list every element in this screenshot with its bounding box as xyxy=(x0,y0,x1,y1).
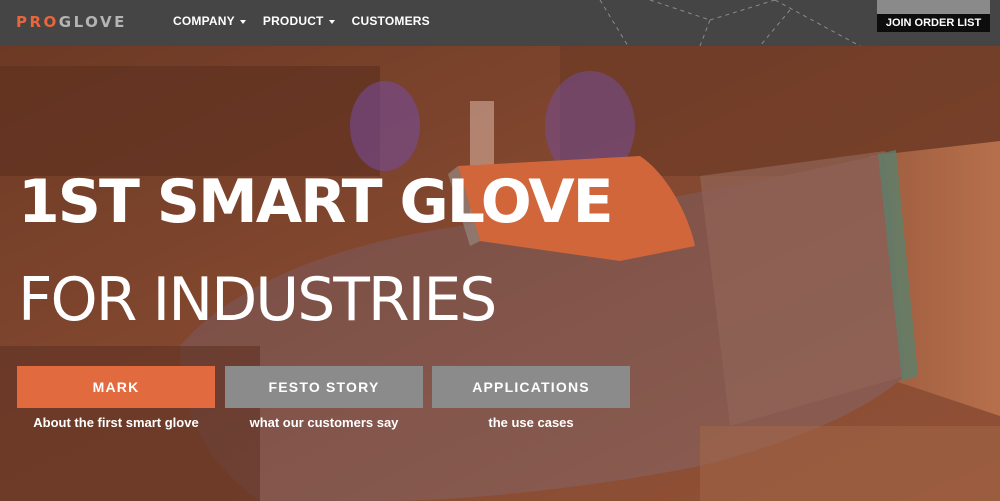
festo-story-button[interactable]: FESTO STORY xyxy=(225,366,423,408)
logo-glove-text: GLOVE xyxy=(58,13,127,31)
mark-button[interactable]: MARK xyxy=(17,366,215,408)
festo-story-caption: what our customers say xyxy=(249,415,399,430)
nav-item-product[interactable]: PRODUCT xyxy=(263,13,335,30)
join-order-list-container: JOIN ORDER LIST xyxy=(877,0,990,32)
nav-item-customers-label: CUSTOMERS xyxy=(351,14,430,28)
nav-item-company-label: COMPANY xyxy=(173,14,235,28)
nav-item-customers[interactable]: CUSTOMERS xyxy=(352,13,430,30)
hero-title-line-2: FOR INDUSTRIES xyxy=(18,265,497,335)
top-navbar: PROGLOVE COMPANY PRODUCT CUSTOMERS JOIN … xyxy=(0,0,1000,46)
decorative-network-lines xyxy=(599,0,861,46)
hero-section: 1ST SMART GLOVE FOR INDUSTRIES MARK FEST… xyxy=(0,46,1000,501)
nav-item-product-label: PRODUCT xyxy=(262,14,324,28)
applications-caption: the use cases xyxy=(488,415,574,430)
chevron-down-icon xyxy=(239,19,246,24)
join-order-list-button[interactable]: JOIN ORDER LIST xyxy=(877,14,990,32)
chevron-down-icon xyxy=(328,19,335,24)
applications-button[interactable]: APPLICATIONS xyxy=(432,366,630,408)
proglove-logo[interactable]: PROGLOVE xyxy=(16,14,127,31)
join-button-top-strip xyxy=(877,0,990,14)
nav-item-company[interactable]: COMPANY xyxy=(173,13,246,30)
logo-pro-text: PRO xyxy=(16,13,59,31)
mark-caption: About the first smart glove xyxy=(33,415,199,430)
hero-title-line-1: 1ST SMART GLOVE xyxy=(18,167,614,237)
main-nav-menu: COMPANY PRODUCT CUSTOMERS xyxy=(173,13,430,30)
